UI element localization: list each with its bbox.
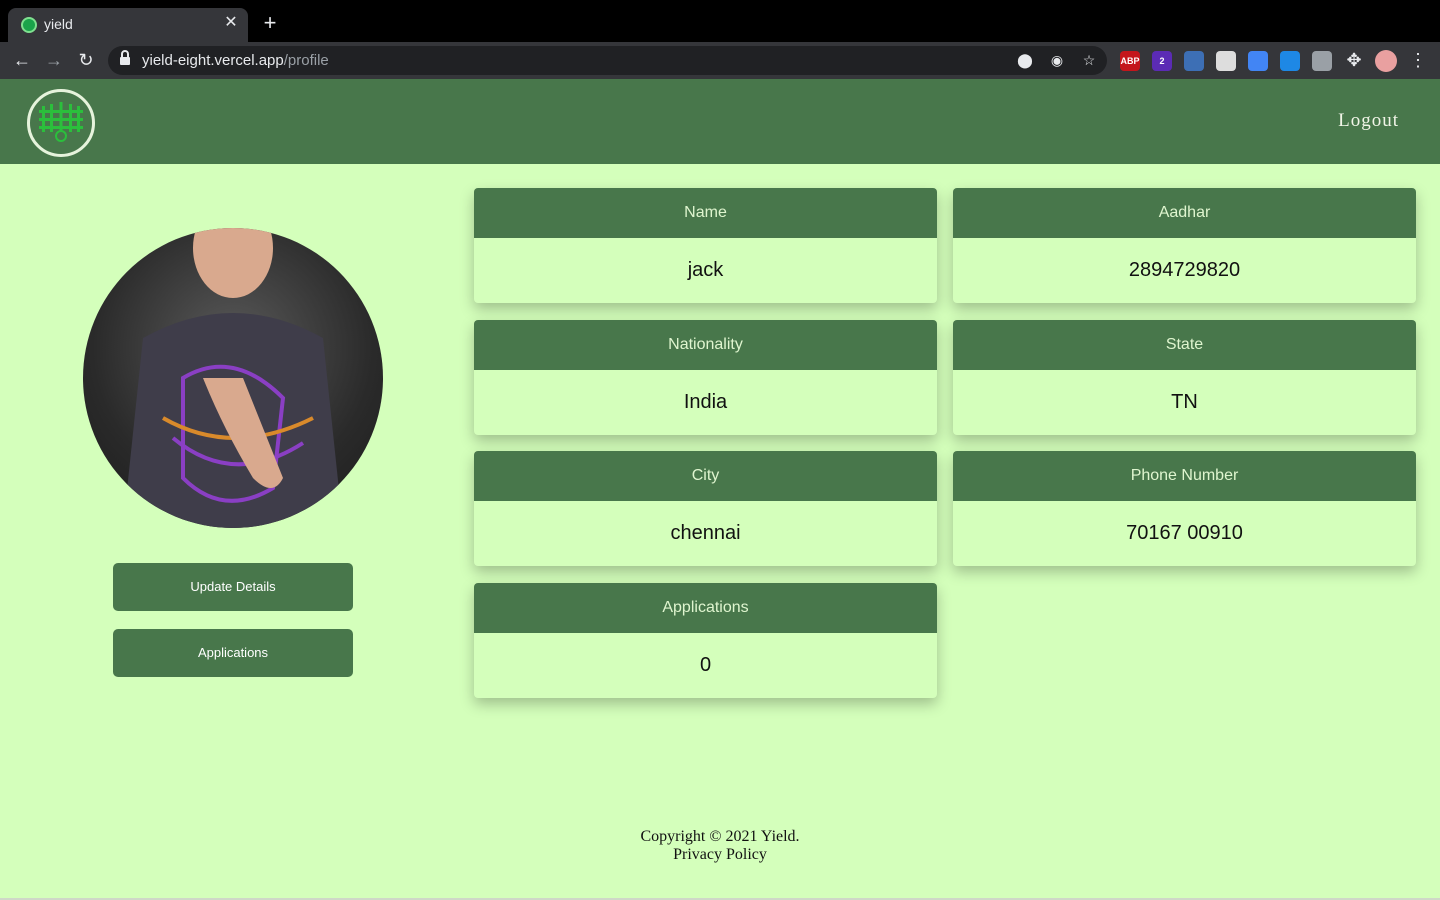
forward-icon[interactable]: → <box>42 48 66 72</box>
adblock-icon[interactable]: ABP <box>1120 51 1140 71</box>
card-label: Name <box>474 188 937 238</box>
person-photo-icon <box>123 228 343 528</box>
yield-logo[interactable] <box>27 89 95 157</box>
card-label: City <box>474 451 937 501</box>
eyes-extension-icon[interactable] <box>1184 51 1204 71</box>
location-pin-icon[interactable]: ⬤ <box>1015 50 1035 70</box>
react-devtools-icon[interactable] <box>1280 51 1300 71</box>
vue-devtools-icon[interactable] <box>1312 51 1332 71</box>
state-card: State TN <box>953 320 1416 435</box>
profile-photo <box>83 228 383 528</box>
favicon-icon <box>21 17 37 33</box>
close-tab-icon[interactable]: ✕ <box>222 14 240 32</box>
card-value: TN <box>1171 391 1198 413</box>
card-label: State <box>953 320 1416 370</box>
browser-tab[interactable]: yield ✕ <box>8 8 248 42</box>
browser-toolbar: ← → ↻ yield-eight.vercel.app/profile ⬤ ◉… <box>0 42 1440 79</box>
phone-number-card: Phone Number 70167 00910 <box>953 451 1416 566</box>
tab-title: yield <box>44 16 73 32</box>
screenshot-extension-icon[interactable] <box>1216 51 1236 71</box>
bookmark-star-icon[interactable]: ☆ <box>1079 50 1099 70</box>
address-bar[interactable]: yield-eight.vercel.app/profile ⬤ ◉ ☆ <box>108 46 1107 75</box>
card-value: 70167 00910 <box>1126 522 1243 544</box>
applications-card: Applications 0 <box>474 583 937 698</box>
pen-extension-icon[interactable] <box>1248 51 1268 71</box>
extension-badge-icon[interactable]: 2 <box>1152 51 1172 71</box>
eye-off-icon[interactable]: ◉ <box>1047 50 1067 70</box>
update-details-button[interactable]: Update Details <box>113 563 353 611</box>
applications-button[interactable]: Applications <box>113 629 353 677</box>
lock-icon <box>120 50 130 66</box>
menu-kebab-icon[interactable]: ⋮ <box>1406 48 1430 72</box>
new-tab-icon[interactable]: + <box>259 12 281 34</box>
card-value: jack <box>687 259 724 281</box>
card-value: 2894729820 <box>1128 259 1241 281</box>
card-value: 0 <box>699 654 712 676</box>
footer: Copyright © 2021 Yield. Privacy Policy <box>0 828 1440 864</box>
url-text: yield-eight.vercel.app/profile <box>142 52 329 69</box>
name-card: Name jack <box>474 188 937 303</box>
card-label: Phone Number <box>953 451 1416 501</box>
aadhar-card: Aadhar 2894729820 <box>953 188 1416 303</box>
card-value: chennai <box>670 522 741 544</box>
app-header: Logout <box>0 79 1440 164</box>
wheat-logo-icon <box>39 102 83 142</box>
copyright-text: Copyright © 2021 Yield. <box>640 828 800 845</box>
city-card: City chennai <box>474 451 937 566</box>
privacy-policy-link[interactable]: Privacy Policy <box>0 846 1440 864</box>
reload-icon[interactable]: ↻ <box>74 48 98 72</box>
profile-avatar-icon[interactable] <box>1375 50 1397 72</box>
back-icon[interactable]: ← <box>10 48 34 72</box>
card-label: Nationality <box>474 320 937 370</box>
logout-link[interactable]: Logout <box>1338 110 1399 132</box>
card-label: Aadhar <box>953 188 1416 238</box>
card-label: Applications <box>474 583 937 633</box>
extensions-puzzle-icon[interactable]: ✥ <box>1342 48 1366 72</box>
nationality-card: Nationality India <box>474 320 937 435</box>
browser-tab-bar: yield ✕ + <box>0 0 1440 42</box>
card-value: India <box>683 391 728 413</box>
